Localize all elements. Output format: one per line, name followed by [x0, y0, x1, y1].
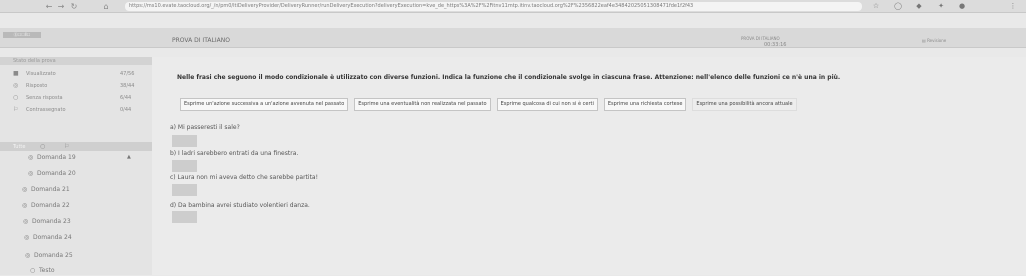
unanswered-icon: ○ — [30, 267, 36, 274]
stat-unanswered: ○ Senza risposta 6/44 — [0, 93, 152, 105]
question-filter-bar: Tutte ○ ⚐ — [0, 142, 152, 151]
timer-label: PROVA DI ITALIANO — [741, 36, 780, 41]
question-item[interactable]: ◎ Domanda 23 — [0, 216, 152, 227]
app-header: Ⓢ☐☐Ⅱ☐ PROVA DI ITALIANO PROVA DI ITALIAN… — [0, 28, 1026, 48]
status-header: Stato della prova — [0, 57, 152, 65]
shield-icon[interactable]: ◆ — [914, 2, 924, 11]
stat-count: 38/44 — [120, 83, 135, 89]
sentence-b: b) I ladri sarebbero entrati da una fine… — [170, 150, 299, 157]
answer-option[interactable]: Esprime un'azione successiva a un'azione… — [180, 98, 349, 111]
unanswered-icon: ○ — [13, 94, 19, 101]
question-label: Testo — [39, 267, 55, 274]
profile-icon[interactable]: ● — [957, 2, 967, 11]
home-icon[interactable]: ⌂ — [101, 2, 111, 11]
stat-label: Visualizzato — [26, 71, 56, 77]
back-icon[interactable]: ← — [44, 2, 54, 11]
timer-value: 00:33:16 — [764, 42, 787, 48]
question-label: Domanda 20 — [37, 170, 76, 177]
extension-icon[interactable]: ◯ — [893, 2, 903, 11]
test-title: PROVA DI ITALIANO — [172, 37, 230, 44]
menu-icon[interactable]: ⋮ — [1008, 2, 1018, 11]
drop-zone-d[interactable] — [172, 211, 197, 223]
question-item[interactable]: ◎ Domanda 25 — [0, 250, 152, 261]
answered-icon: ◎ — [22, 202, 28, 209]
question-item[interactable]: ◎ Domanda 22 — [0, 200, 152, 211]
stat-count: 6/44 — [120, 95, 132, 101]
question-label: Domanda 21 — [31, 186, 70, 193]
stat-answered: ◎ Risposto 38/44 — [0, 81, 152, 93]
answer-option[interactable]: Esprime una eventualità non realizzata n… — [354, 98, 491, 111]
question-label: Domanda 25 — [34, 252, 73, 259]
forward-icon[interactable]: → — [56, 2, 66, 11]
answered-icon: ◎ — [28, 154, 34, 161]
stat-count: 0/44 — [120, 107, 132, 113]
stat-flagged: ⚐ Contrassegnato 0/44 — [0, 105, 152, 117]
question-label: Domanda 19 — [37, 154, 76, 161]
question-panel: Nelle frasi che seguono il modo condizio… — [152, 57, 1026, 275]
logo: Ⓢ☐☐Ⅱ☐ — [3, 32, 41, 38]
answered-icon: ◎ — [23, 218, 29, 225]
answered-icon: ◎ — [22, 186, 28, 193]
question-item[interactable]: ◎ Domanda 21 — [0, 184, 152, 195]
viewed-icon: ■ — [13, 70, 19, 77]
drop-zone-c[interactable] — [172, 184, 197, 196]
answer-options: Esprime un'azione successiva a un'azione… — [180, 98, 803, 111]
drop-zone-b[interactable] — [172, 160, 197, 172]
answered-icon: ◎ — [25, 252, 31, 259]
question-label: Domanda 23 — [32, 218, 71, 225]
stat-label: Senza risposta — [26, 95, 63, 101]
sentence-a: a) Mi passeresti il sale? — [170, 124, 240, 131]
flag-icon: ⚐ — [13, 106, 19, 113]
stat-label: Risposto — [26, 83, 48, 89]
answer-option[interactable]: Esprime qualcosa di cui non si è certi — [496, 98, 598, 111]
answer-option[interactable]: Esprime una richiesta cortese — [603, 98, 687, 111]
question-item[interactable]: ◎ Domanda 24 — [0, 232, 152, 243]
question-item[interactable]: ◎ Domanda 19 ▲ — [0, 152, 152, 163]
browser-toolbar: ← → ↻ ⌂ https://ms10.evate.taocloud.org/… — [0, 0, 1026, 13]
review-button[interactable]: ▤ Revisione — [922, 38, 946, 43]
filter-unanswered-icon[interactable]: ○ — [40, 143, 45, 150]
reload-icon[interactable]: ↻ — [69, 2, 79, 11]
drop-zone-a[interactable] — [172, 135, 197, 147]
bookmark-star-icon[interactable]: ☆ — [871, 2, 881, 11]
sentence-d: d) Da bambina avrei studiato volentieri … — [170, 202, 310, 209]
question-label: Domanda 24 — [33, 234, 72, 241]
question-item[interactable]: ○ Testo — [0, 265, 152, 276]
address-bar[interactable]: https://ms10.evate.taocloud.org/_/n/pm0/… — [125, 2, 862, 11]
answered-icon: ◎ — [28, 170, 34, 177]
answered-icon: ◎ — [13, 82, 19, 89]
question-instruction: Nelle frasi che seguono il modo condizio… — [177, 74, 841, 81]
review-label: Revisione — [927, 38, 947, 43]
answer-option[interactable]: Esprime una possibilità ancora attuale — [692, 98, 797, 111]
stat-count: 47/56 — [120, 71, 135, 77]
stat-label: Contrassegnato — [26, 107, 66, 113]
sentence-c: c) Laura non mi aveva detto che sarebbe … — [170, 174, 319, 181]
answered-icon: ◎ — [24, 234, 30, 241]
question-label: Domanda 22 — [31, 202, 70, 209]
question-item[interactable]: ◎ Domanda 20 — [0, 168, 152, 179]
stat-viewed: ■ Visualizzato 47/56 — [0, 69, 152, 81]
extension-puzzle-icon[interactable]: ✦ — [936, 2, 946, 11]
filter-flagged-icon[interactable]: ⚐ — [64, 143, 69, 150]
caret-up-icon: ▲ — [127, 154, 131, 160]
filter-all[interactable]: Tutte — [13, 144, 25, 150]
